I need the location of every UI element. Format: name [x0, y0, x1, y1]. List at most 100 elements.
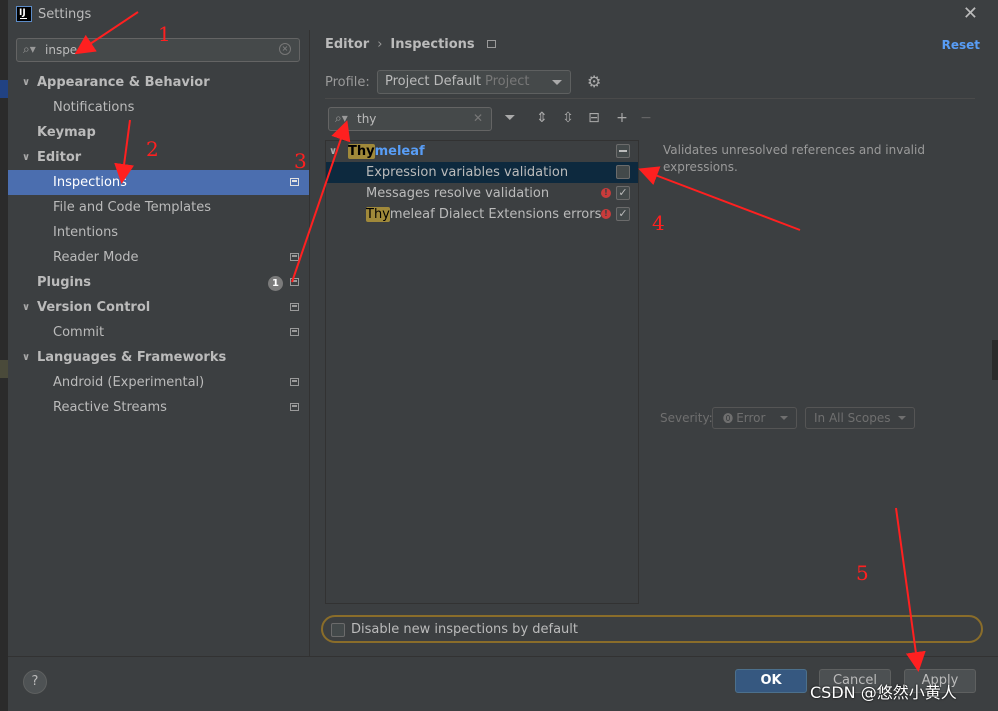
chevron-down-icon[interactable]: ∨	[22, 145, 30, 170]
inspection-filter-input[interactable]	[357, 110, 467, 128]
severity-label: Severity:	[660, 411, 713, 425]
scope-dropdown[interactable]: In All Scopes	[805, 407, 915, 429]
profile-dropdown[interactable]: Project Default Project	[377, 70, 571, 94]
inspection-description: Validates unresolved references and inva…	[663, 143, 925, 174]
search-icon: ⌕▾	[23, 42, 36, 56]
settings-tree-item-label: Intentions	[53, 225, 119, 240]
inspection-item-label: Messages resolve validation	[366, 186, 550, 201]
settings-tree-item-label: Keymap	[37, 125, 96, 140]
settings-navigation: ⌕▾ × ∨ Appearance & Behavior Notifications…	[8, 30, 310, 656]
ok-button[interactable]: OK	[735, 669, 807, 693]
inspection-item[interactable]: Thymeleaf Dialect Extensions errors! ✓	[326, 204, 638, 225]
inspection-filter-field[interactable]: ⌕▾ ✕	[328, 107, 492, 131]
settings-tree-item[interactable]: Inspections	[8, 170, 309, 195]
disable-new-inspections-option[interactable]: Disable new inspections by default	[321, 615, 983, 643]
disable-new-inspections-label: Disable new inspections by default	[351, 622, 579, 637]
disable-new-inspections-checkbox[interactable]	[331, 623, 345, 637]
breadcrumb-separator: ›	[377, 37, 383, 52]
settings-tree-item-label: Reactive Streams	[53, 400, 167, 415]
settings-tree-item-label: Editor	[37, 150, 82, 165]
group-checkbox[interactable]	[616, 144, 630, 158]
dialog-footer: ? OK Cancel Apply CSDN @悠然小黄人	[8, 656, 998, 711]
settings-tree-item-label: Version Control	[37, 300, 151, 315]
chevron-down-icon	[780, 416, 788, 420]
settings-tree-item[interactable]: Reader Mode	[8, 245, 309, 270]
profile-value: Project Default	[385, 74, 482, 89]
intellij-logo-icon: IJ	[16, 6, 32, 22]
project-scope-icon	[290, 403, 299, 411]
severity-dropdown[interactable]: ⓿ Error	[712, 407, 797, 429]
settings-tree-item[interactable]: ∨ Appearance & Behavior	[8, 70, 309, 95]
settings-tree-item[interactable]: ∨ Version Control	[8, 295, 309, 320]
expand-all-icon[interactable]: ⇕	[533, 110, 551, 126]
annotation-number: 5	[856, 561, 869, 585]
inspection-group-thymeleaf[interactable]: ∨ Thymeleaf	[326, 141, 638, 162]
add-icon[interactable]: +	[613, 110, 631, 126]
help-button[interactable]: ?	[23, 670, 47, 694]
settings-tree: ∨ Appearance & Behavior Notifications Keyma…	[8, 70, 309, 420]
clear-search-icon[interactable]: ×	[279, 43, 291, 55]
profile-label: Profile:	[325, 75, 370, 90]
inspection-item[interactable]: Expression variables validation	[326, 162, 638, 183]
search-match: Thy	[366, 207, 390, 222]
settings-window: IJ Settings ✕ ⌕▾ × ∨ Appearance & Behavio…	[0, 0, 998, 711]
project-scope-icon	[290, 178, 299, 186]
settings-tree-item[interactable]: ∨ Languages & Frameworks	[8, 345, 309, 370]
inspection-item[interactable]: Messages resolve validation! ✓	[326, 183, 638, 204]
settings-search-input[interactable]	[45, 41, 265, 59]
project-scope-icon	[486, 40, 496, 48]
collapse-all-icon[interactable]: ⇳	[559, 110, 577, 126]
chevron-down-icon[interactable]: ∨	[329, 141, 337, 162]
breadcrumb-parent[interactable]: Editor	[325, 37, 369, 52]
settings-tree-item[interactable]: Plugins 1	[8, 270, 309, 295]
chevron-down-icon[interactable]: ∨	[22, 345, 30, 370]
reset-to-default-icon[interactable]: ⊟	[585, 110, 603, 126]
clear-filter-icon[interactable]: ✕	[473, 111, 483, 125]
inspection-checkbox[interactable]: ✓	[616, 207, 630, 221]
project-scope-icon	[290, 278, 299, 286]
annotation-number: 3	[294, 149, 307, 173]
settings-tree-item[interactable]: Android (Experimental)	[8, 370, 309, 395]
severity-value: Error	[736, 411, 766, 425]
annotation-number: 1	[158, 22, 171, 46]
gear-icon[interactable]: ⚙	[587, 72, 601, 91]
settings-tree-item-label: Android (Experimental)	[53, 375, 205, 390]
annotation-number: 2	[146, 137, 159, 161]
breadcrumb-current: Inspections	[390, 37, 475, 52]
filter-icon[interactable]: ⏷	[501, 110, 519, 126]
close-icon[interactable]: ✕	[963, 3, 978, 24]
inspection-item-label: Expression variables validation	[366, 165, 569, 180]
settings-tree-item-label: Reader Mode	[53, 250, 139, 265]
divider	[325, 98, 975, 99]
breadcrumb: Editor › Inspections	[325, 37, 496, 52]
watermark: CSDN @悠然小黄人	[810, 683, 957, 702]
settings-tree-item[interactable]: Commit	[8, 320, 309, 345]
chevron-down-icon[interactable]: ∨	[22, 295, 30, 320]
error-severity-icon: !	[601, 188, 611, 198]
settings-tree-item-label: Appearance & Behavior	[37, 75, 210, 90]
inspection-checkbox[interactable]	[616, 165, 630, 179]
update-count-badge: 1	[268, 276, 283, 291]
project-scope-icon	[290, 303, 299, 311]
scope-value: In All Scopes	[814, 411, 891, 425]
inspection-checkbox[interactable]: ✓	[616, 186, 630, 200]
error-severity-icon: !	[601, 209, 611, 219]
profile-scope: Project	[485, 74, 530, 89]
settings-tree-item[interactable]: File and Code Templates	[8, 195, 309, 220]
settings-tree-item[interactable]: Reactive Streams	[8, 395, 309, 420]
project-scope-icon	[290, 328, 299, 336]
settings-tree-item[interactable]: Notifications	[8, 95, 309, 120]
title-bar: IJ Settings ✕	[8, 0, 998, 30]
settings-tree-item-label: Languages & Frameworks	[37, 350, 227, 365]
chevron-down-icon	[898, 416, 906, 420]
settings-tree-item[interactable]: Intentions	[8, 220, 309, 245]
reset-link[interactable]: Reset	[942, 38, 980, 52]
settings-tree-item-label: Plugins	[37, 275, 91, 290]
remove-icon[interactable]: −	[637, 110, 655, 126]
search-match: Thy	[348, 144, 375, 159]
background-ide-strip	[0, 0, 8, 711]
chevron-down-icon[interactable]: ∨	[22, 70, 30, 95]
search-icon: ⌕▾	[335, 111, 348, 125]
settings-tree-item-label: Notifications	[53, 100, 135, 115]
inspection-item-label-rest: meleaf Dialect Extensions errors	[389, 207, 602, 222]
